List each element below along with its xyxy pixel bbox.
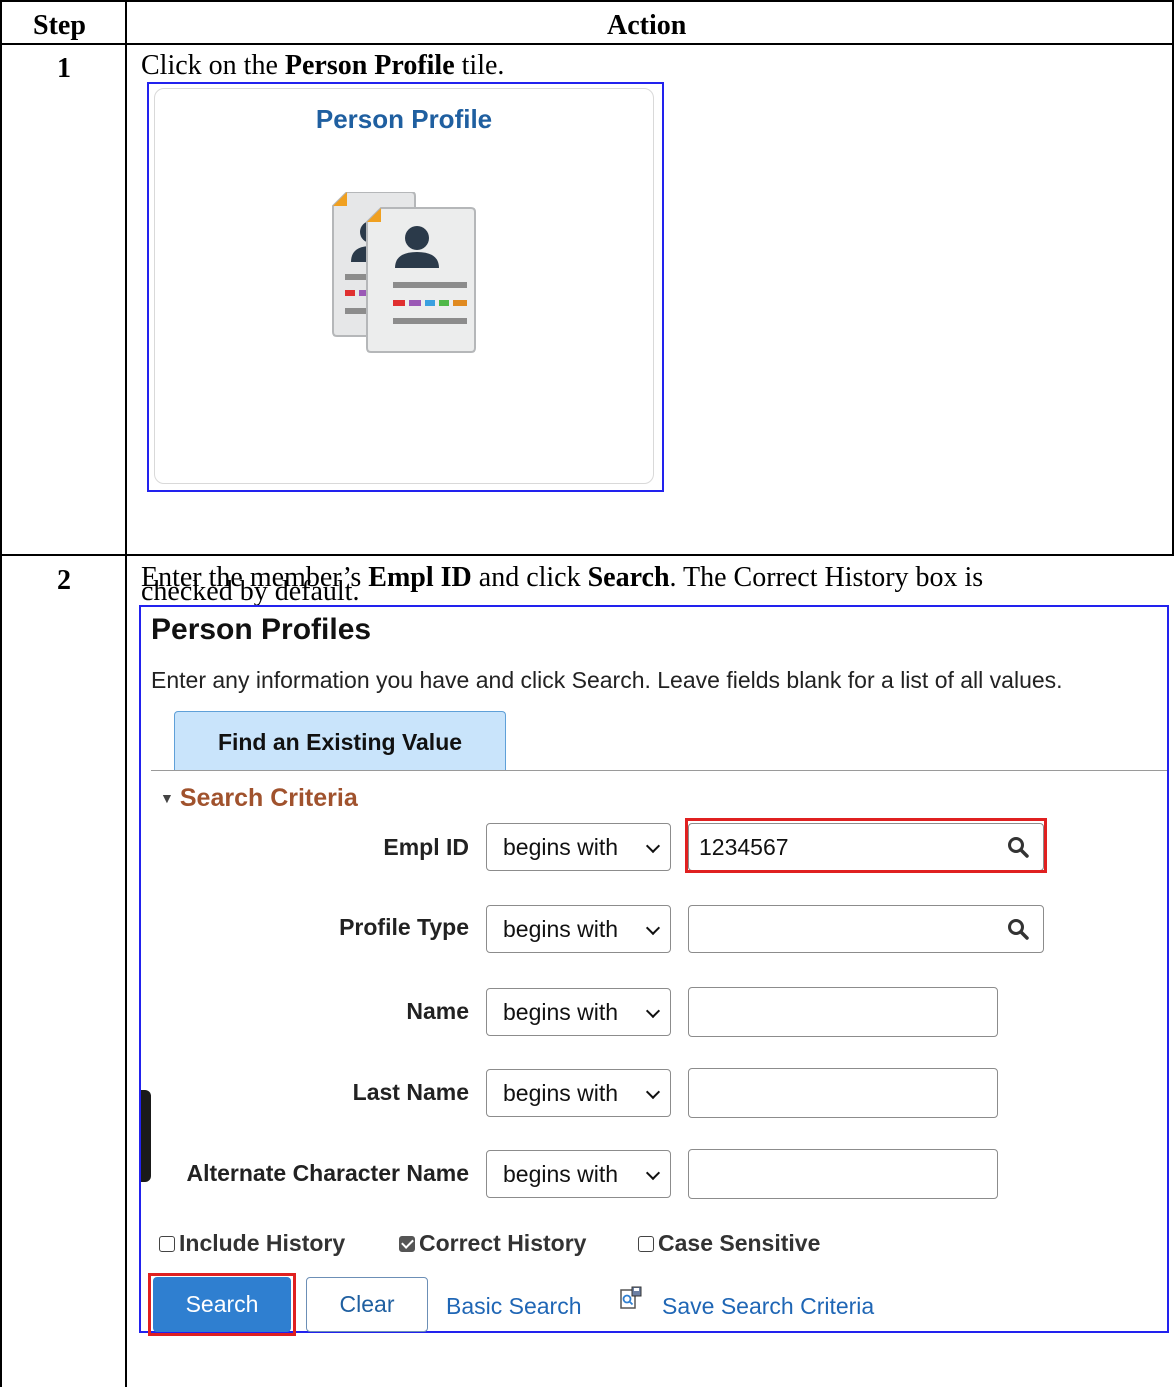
empl-id-operator-select[interactable]: begins with (486, 823, 671, 871)
search-criteria-section[interactable]: ▼ Search Criteria (160, 784, 358, 813)
chevron-down-icon (645, 1003, 661, 1019)
alternate-character-name-input[interactable] (688, 1149, 998, 1199)
step-number-2: 2 (57, 565, 71, 596)
correct-history-checkbox[interactable]: Correct History (399, 1230, 586, 1257)
row-divider (0, 554, 1174, 556)
basic-search-link[interactable]: Basic Search (446, 1293, 582, 1320)
person-profile-documents-icon (332, 192, 476, 353)
table-top-border (0, 0, 1174, 2)
name-label: Name (406, 998, 469, 1024)
column-divider (125, 0, 127, 1387)
tile-title: Person Profile (315, 104, 493, 134)
chevron-down-icon (645, 838, 661, 854)
checkbox-unchecked-icon (159, 1236, 175, 1252)
lookup-search-icon[interactable] (1007, 918, 1029, 940)
profile-type-label: Profile Type (339, 914, 469, 940)
header-step: Step (33, 10, 86, 41)
chevron-down-icon (645, 1084, 661, 1100)
table-left-border (0, 0, 2, 1387)
header-divider (0, 43, 1174, 45)
save-search-criteria-link[interactable]: Save Search Criteria (662, 1293, 874, 1320)
last-name-label: Last Name (352, 1079, 469, 1105)
tab-find-existing-value[interactable]: Find an Existing Value (174, 711, 506, 771)
step-1-instruction: Click on the Person Profile tile. (141, 50, 505, 81)
step-2-instruction-line2: checked by default. (141, 576, 360, 607)
case-sensitive-checkbox[interactable]: Case Sensitive (638, 1230, 820, 1257)
chevron-down-icon (645, 1165, 661, 1181)
tab-underline (151, 770, 1167, 771)
profile-type-operator-select[interactable]: begins with (486, 905, 671, 953)
name-input[interactable] (688, 987, 998, 1037)
empl-id-highlight (685, 818, 1047, 873)
checkbox-checked-icon (399, 1236, 415, 1252)
alternate-character-name-operator-select[interactable]: begins with (486, 1150, 671, 1198)
last-name-operator-select[interactable]: begins with (486, 1069, 671, 1117)
empl-id-label: Empl ID (383, 834, 469, 860)
chevron-down-icon (645, 920, 661, 936)
page-title: Person Profiles (151, 613, 372, 646)
name-operator-select[interactable]: begins with (486, 988, 671, 1036)
last-name-input[interactable] (688, 1068, 998, 1118)
checkbox-unchecked-icon (638, 1236, 654, 1252)
header-action: Action (607, 10, 687, 41)
search-button-highlight (148, 1273, 296, 1336)
include-history-checkbox[interactable]: Include History (159, 1230, 345, 1257)
collapse-triangle-icon: ▼ (160, 790, 174, 806)
clear-button[interactable]: Clear (306, 1277, 428, 1332)
profile-type-input[interactable] (688, 905, 1044, 953)
step-number-1: 1 (57, 53, 71, 84)
save-search-criteria-icon[interactable] (620, 1286, 642, 1312)
alternate-character-name-label: Alternate Character Name (186, 1160, 469, 1186)
page-instructions: Enter any information you have and click… (151, 667, 1063, 693)
side-panel-handle[interactable] (141, 1090, 151, 1182)
